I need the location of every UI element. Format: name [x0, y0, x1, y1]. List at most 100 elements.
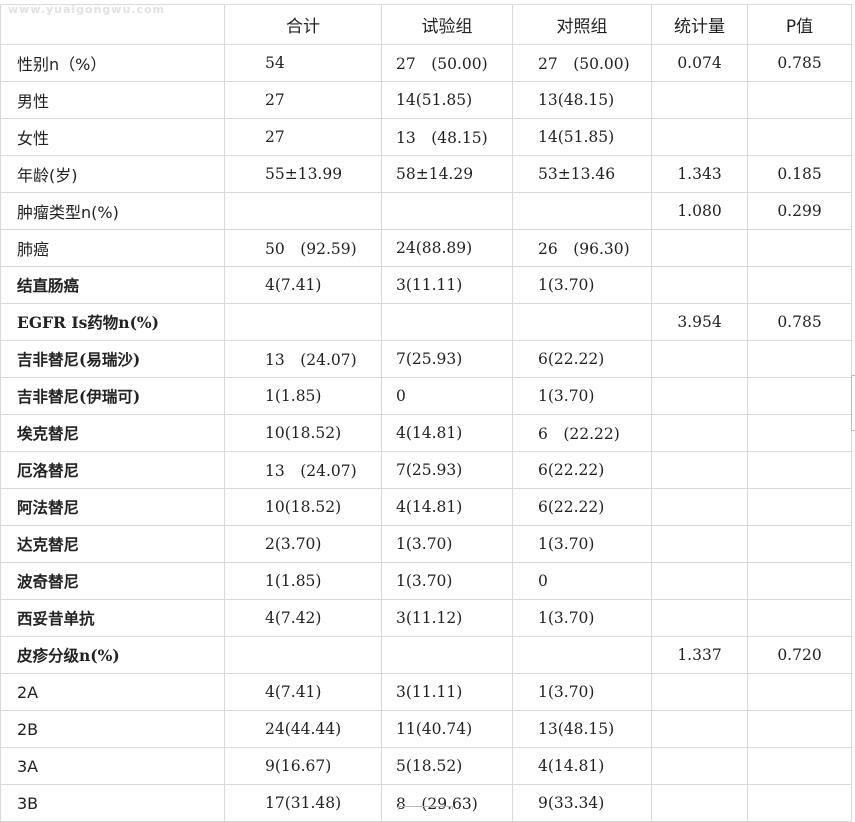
- statistics-table: 合计 试验组 对照组 统计量 P值 性别n（%） 54 27 (50.00) 27 (…: [0, 4, 852, 822]
- cell-p-value: [747, 340, 852, 378]
- row-label: 皮疹分级n(%): [0, 636, 225, 674]
- cell-control: 6(22.22): [512, 340, 652, 378]
- cell-p-value: [747, 784, 852, 822]
- row-label: 2A: [0, 673, 225, 711]
- cell-statistic: [651, 118, 748, 156]
- row-label: EGFR Is药物n(%): [0, 303, 225, 341]
- table-row: 肺癌 50 (92.59) 24(88.89) 26 (96.30): [0, 229, 852, 267]
- table-row: 吉非替尼(易瑞沙) 13 (24.07) 7(25.93) 6(22.22): [0, 340, 852, 378]
- cell-experimental: 4(14.81): [381, 488, 513, 526]
- cell-statistic: 1.337: [651, 636, 748, 674]
- cell-experimental: 0: [381, 377, 513, 415]
- cell-experimental: 4(14.81): [381, 414, 513, 452]
- cell-p-value: 0.720: [747, 636, 852, 674]
- cell-statistic: [651, 229, 748, 267]
- cropped-table-edge: [851, 375, 855, 431]
- cell-experimental: 3(11.11): [381, 673, 513, 711]
- cell-p-value: 0.185: [747, 155, 852, 193]
- cell-control: 1(3.70): [512, 266, 652, 304]
- row-label: 波奇替尼: [0, 562, 225, 600]
- cell-p-value: [747, 377, 852, 415]
- cell-p-value: [747, 562, 852, 600]
- header-cell-p-value: P值: [747, 4, 852, 45]
- cell-p-value: 0.299: [747, 192, 852, 230]
- table-row: 皮疹分级n(%) 1.337 0.720: [0, 636, 852, 674]
- table-row: 达克替尼 2(3.70) 1(3.70) 1(3.70): [0, 525, 852, 563]
- cell-total: 4(7.41): [224, 266, 382, 304]
- cell-p-value: [747, 673, 852, 711]
- cell-total: 10(18.52): [224, 488, 382, 526]
- table-row: 西妥昔单抗 4(7.42) 3(11.12) 1(3.70): [0, 599, 852, 637]
- table-row: 肿瘤类型n(%) 1.080 0.299: [0, 192, 852, 230]
- cell-experimental: 3(11.12): [381, 599, 513, 637]
- cell-control: 6(22.22): [512, 451, 652, 489]
- cell-control: 26 (96.30): [512, 229, 652, 267]
- cell-statistic: [651, 488, 748, 526]
- row-label: 2B: [0, 710, 225, 748]
- cell-p-value: [747, 266, 852, 304]
- cell-control: 13(48.15): [512, 710, 652, 748]
- cell-statistic: [651, 414, 748, 452]
- cell-p-value: [747, 525, 852, 563]
- cell-p-value: [747, 229, 852, 267]
- table-row: 3A 9(16.67) 5(18.52) 4(14.81): [0, 747, 852, 785]
- cell-control: 1(3.70): [512, 377, 652, 415]
- table-row: 吉非替尼(伊瑞可) 1(1.85) 0 1(3.70): [0, 377, 852, 415]
- cell-experimental: 1(3.70): [381, 562, 513, 600]
- cell-control: 27 (50.00): [512, 44, 652, 82]
- cell-statistic: [651, 525, 748, 563]
- cell-experimental: [381, 636, 513, 674]
- cell-experimental: 3(11.11): [381, 266, 513, 304]
- cell-experimental: 27 (50.00): [381, 44, 513, 82]
- table-row: 厄洛替尼 13 (24.07) 7(25.93) 6(22.22): [0, 451, 852, 489]
- cell-experimental: 13 (48.15): [381, 118, 513, 156]
- cell-statistic: 1.080: [651, 192, 748, 230]
- table-row: 埃克替尼 10(18.52) 4(14.81) 6 (22.22): [0, 414, 852, 452]
- cell-total: 17(31.48): [224, 784, 382, 822]
- cell-statistic: [651, 451, 748, 489]
- row-label: 年龄(岁): [0, 155, 225, 193]
- cell-statistic: [651, 673, 748, 711]
- cell-p-value: [747, 118, 852, 156]
- cell-statistic: [651, 784, 748, 822]
- table-row: 3B 17(31.48) 8 (29.63) 9(33.34): [0, 784, 852, 822]
- cell-statistic: [651, 340, 748, 378]
- cell-total: 9(16.67): [224, 747, 382, 785]
- cell-p-value: [747, 414, 852, 452]
- cell-total: 54: [224, 44, 382, 82]
- cell-total: 55±13.99: [224, 155, 382, 193]
- cell-total: 1(1.85): [224, 377, 382, 415]
- row-label: 男性: [0, 81, 225, 119]
- cell-total: 27: [224, 118, 382, 156]
- cell-statistic: [651, 599, 748, 637]
- cell-experimental: 5(18.52): [381, 747, 513, 785]
- cell-total: 13 (24.07): [224, 451, 382, 489]
- cell-control: 1(3.70): [512, 525, 652, 563]
- cell-control: 1(3.70): [512, 599, 652, 637]
- cell-control: 53±13.46: [512, 155, 652, 193]
- cell-total: 13 (24.07): [224, 340, 382, 378]
- table-row: 结直肠癌 4(7.41) 3(11.11) 1(3.70): [0, 266, 852, 304]
- row-label: 性别n（%）: [0, 44, 225, 82]
- cell-total: 2(3.70): [224, 525, 382, 563]
- row-label: 西妥昔单抗: [0, 599, 225, 637]
- cell-experimental: 11(40.74): [381, 710, 513, 748]
- row-label: 结直肠癌: [0, 266, 225, 304]
- cell-experimental: 1(3.70): [381, 525, 513, 563]
- cell-experimental: 7(25.93): [381, 340, 513, 378]
- row-label: 肺癌: [0, 229, 225, 267]
- row-label: 达克替尼: [0, 525, 225, 563]
- cell-statistic: [651, 377, 748, 415]
- header-cell-experimental: 试验组: [381, 4, 513, 45]
- cell-p-value: [747, 747, 852, 785]
- cell-statistic: 1.343: [651, 155, 748, 193]
- table-row: EGFR Is药物n(%) 3.954 0.785: [0, 303, 852, 341]
- cell-experimental: [381, 303, 513, 341]
- table-row: 阿法替尼 10(18.52) 4(14.81) 6(22.22): [0, 488, 852, 526]
- cell-statistic: [651, 266, 748, 304]
- table-row: 男性 27 14(51.85) 13(48.15): [0, 81, 852, 119]
- cell-control: [512, 303, 652, 341]
- cell-experimental: 24(88.89): [381, 229, 513, 267]
- cell-p-value: [747, 81, 852, 119]
- row-label: 埃克替尼: [0, 414, 225, 452]
